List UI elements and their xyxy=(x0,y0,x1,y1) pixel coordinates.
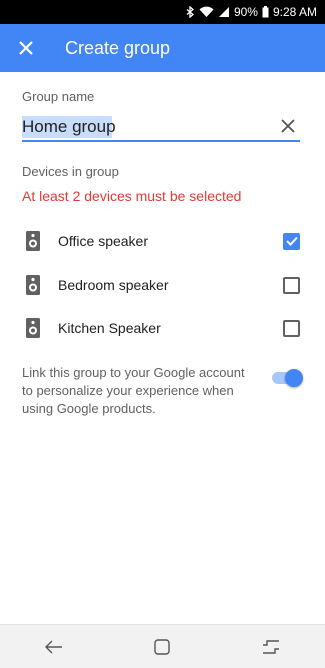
group-name-label: Group name xyxy=(22,89,95,104)
error-message: At least 2 devices must be selected xyxy=(22,188,242,204)
clear-button[interactable] xyxy=(278,116,298,136)
link-account-description: Link this group to your Google account t… xyxy=(22,365,245,416)
devices-label: Devices in group xyxy=(22,164,119,179)
speaker-icon xyxy=(26,231,40,251)
page-title: Create group xyxy=(65,37,171,58)
home-button[interactable] xyxy=(142,627,182,667)
close-icon xyxy=(19,41,33,55)
device-checkbox-office-speaker[interactable] xyxy=(283,232,300,250)
device-row-bedroom-speaker[interactable]: Bedroom speaker xyxy=(22,265,303,305)
back-button[interactable] xyxy=(34,627,74,667)
group-name-field xyxy=(22,113,300,142)
speaker-icon xyxy=(26,275,40,295)
checkmark-icon xyxy=(285,236,298,246)
clear-icon xyxy=(281,119,295,133)
recents-icon xyxy=(262,639,279,654)
signal-icon xyxy=(218,6,230,18)
recents-button[interactable] xyxy=(251,627,291,667)
system-nav-bar xyxy=(0,624,325,668)
link-account-toggle[interactable] xyxy=(271,367,303,389)
speaker-icon xyxy=(26,318,40,338)
wifi-icon xyxy=(199,6,214,18)
device-name: Office speaker xyxy=(58,233,149,249)
group-name-input[interactable] xyxy=(22,116,262,137)
back-icon xyxy=(45,640,63,653)
device-checkbox-kitchen-speaker[interactable] xyxy=(283,319,300,337)
device-name: Kitchen Speaker xyxy=(58,320,161,336)
bluetooth-icon xyxy=(186,6,195,18)
home-icon xyxy=(154,638,171,655)
toggle-thumb xyxy=(285,369,303,387)
device-row-kitchen-speaker[interactable]: Kitchen Speaker xyxy=(22,308,303,348)
battery-percent: 90% xyxy=(233,5,258,19)
status-bar: 90% 9:28 AM xyxy=(0,0,325,24)
device-row-office-speaker[interactable]: Office speaker xyxy=(22,221,303,261)
app-bar: Create group xyxy=(0,24,325,72)
clock: 9:28 AM xyxy=(272,5,317,19)
close-button[interactable] xyxy=(0,24,52,72)
device-checkbox-bedroom-speaker[interactable] xyxy=(283,276,300,294)
device-name: Bedroom speaker xyxy=(58,277,169,293)
battery-icon xyxy=(262,6,269,18)
